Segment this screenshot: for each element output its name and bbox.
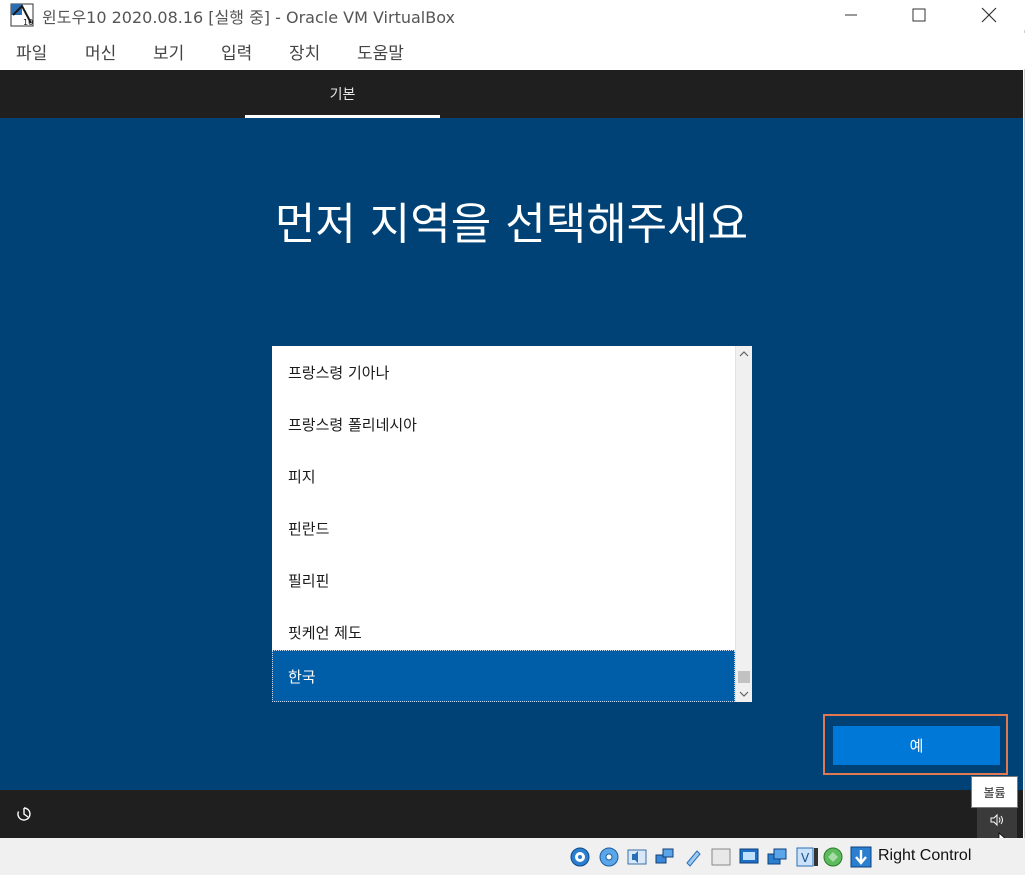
menu-help[interactable]: 도움말 xyxy=(357,39,404,64)
svg-text:10: 10 xyxy=(23,18,33,27)
network-icon[interactable] xyxy=(654,846,676,868)
host-key-arrow-icon xyxy=(850,846,872,868)
setup-top-bar: 기본 xyxy=(0,70,1023,118)
audio-icon[interactable] xyxy=(626,846,648,868)
menu-bar: 파일 머신 보기 입력 장치 도움말 xyxy=(0,33,1025,69)
recording-icon[interactable] xyxy=(766,846,788,868)
volume-tooltip: 볼륨 xyxy=(971,776,1018,808)
tab-underline xyxy=(245,115,440,118)
menu-view[interactable]: 보기 xyxy=(153,39,184,64)
speaker-icon xyxy=(990,813,1003,827)
maximize-button[interactable] xyxy=(896,0,942,30)
list-item[interactable]: 핀란드 xyxy=(272,502,735,554)
menu-machine[interactable]: 머신 xyxy=(85,39,116,64)
menu-file[interactable]: 파일 xyxy=(16,39,47,64)
scroll-thumb[interactable] xyxy=(738,671,750,683)
virtualbox-window: 10 윈도우10 2020.08.16 [실행 중] - Oracle VM V… xyxy=(0,0,1025,875)
maximize-icon xyxy=(912,8,926,22)
tab-basic[interactable]: 기본 xyxy=(245,70,440,118)
menu-input[interactable]: 입력 xyxy=(221,39,252,64)
setup-bottom-bar xyxy=(0,790,1023,838)
list-item[interactable]: 프랑스령 기아나 xyxy=(272,346,735,398)
hard-disk-icon[interactable] xyxy=(569,846,591,868)
list-item[interactable]: 피지 xyxy=(272,450,735,502)
close-icon xyxy=(981,7,997,23)
chevron-down-icon xyxy=(739,691,749,697)
close-button[interactable] xyxy=(966,0,1012,30)
yes-button[interactable]: 예 xyxy=(833,726,1000,765)
minimize-icon xyxy=(845,14,857,16)
window-title: 윈도우10 2020.08.16 [실행 중] - Oracle VM Virt… xyxy=(42,8,455,27)
page-title: 먼저 지역을 선택해주세요 xyxy=(274,199,749,250)
mouse-integration-icon[interactable] xyxy=(822,846,844,868)
svg-text:V: V xyxy=(801,851,810,865)
shared-folders-icon[interactable] xyxy=(710,846,732,868)
vm-screen[interactable]: 기본 먼저 지역을 선택해주세요 프랑스령 기아나 프랑스령 폴리네시아 피지 … xyxy=(0,70,1023,838)
status-bar: V Right Control xyxy=(0,838,1025,875)
list-item[interactable]: 프랑스령 폴리네시아 xyxy=(272,398,735,450)
usb-icon[interactable] xyxy=(682,846,704,868)
list-item-selected[interactable]: 한국 xyxy=(272,650,735,702)
list-item[interactable]: 필리핀 xyxy=(272,554,735,606)
host-key-label: Right Control xyxy=(878,847,972,864)
chevron-up-icon xyxy=(739,351,749,357)
list-scrollbar[interactable] xyxy=(735,346,752,702)
virtualbox-app-icon: 10 xyxy=(10,3,34,27)
display-icon[interactable] xyxy=(738,846,760,868)
title-bar: 10 윈도우10 2020.08.16 [실행 중] - Oracle VM V… xyxy=(0,0,1025,30)
optical-drive-icon[interactable] xyxy=(598,846,620,868)
region-list[interactable]: 프랑스령 기아나 프랑스령 폴리네시아 피지 핀란드 필리핀 핏케언 제도 한국 xyxy=(272,346,752,702)
scroll-down-button[interactable] xyxy=(736,686,752,702)
menu-devices[interactable]: 장치 xyxy=(289,39,320,64)
scroll-up-button[interactable] xyxy=(736,346,752,362)
ease-of-access-icon[interactable] xyxy=(14,804,34,824)
minimize-button[interactable] xyxy=(828,0,874,30)
